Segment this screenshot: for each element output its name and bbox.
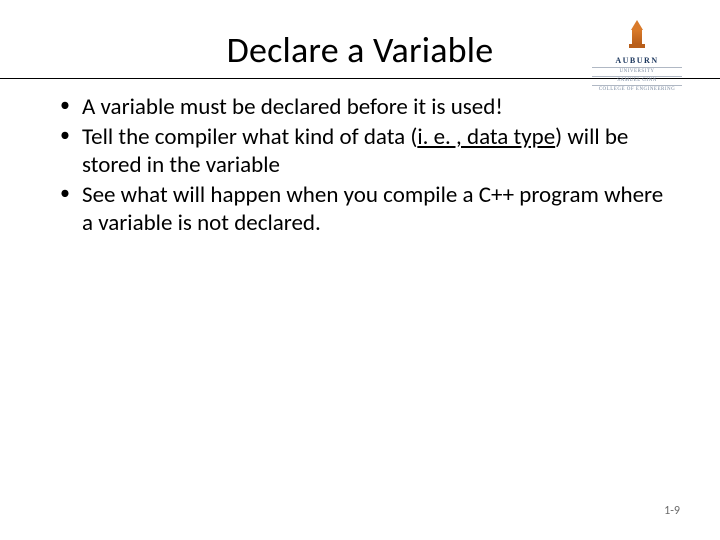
list-item: A variable must be declared before it is… bbox=[60, 93, 672, 121]
list-item: Tell the compiler what kind of data (i. … bbox=[60, 123, 672, 179]
bullet-text: A variable must be declared before it is… bbox=[82, 93, 503, 121]
slide-title: Declare a Variable bbox=[227, 28, 494, 72]
logo-subtext-2: SAMUEL GINN bbox=[592, 76, 682, 83]
slide: Declare a Variable AUBURN UNIVERSITY SAM… bbox=[0, 0, 720, 540]
bullet-list: A variable must be declared before it is… bbox=[48, 93, 672, 237]
page-number: 1-9 bbox=[664, 504, 680, 518]
bullet-text: Tell the compiler what kind of data ( bbox=[82, 123, 417, 151]
logo-text: AUBURN bbox=[615, 56, 658, 65]
title-row: Declare a Variable AUBURN UNIVERSITY SAM… bbox=[48, 28, 672, 72]
logo-subtext-1: UNIVERSITY bbox=[592, 67, 682, 74]
bullet-underlined: i. e. , data type bbox=[417, 123, 555, 151]
auburn-logo: AUBURN UNIVERSITY SAMUEL GINN COLLEGE OF… bbox=[592, 20, 682, 92]
logo-subtext-3: COLLEGE OF ENGINEERING bbox=[592, 85, 682, 92]
bullet-text: See what will happen when you compile a … bbox=[82, 181, 663, 237]
logo-tower-icon bbox=[627, 20, 647, 54]
list-item: See what will happen when you compile a … bbox=[60, 181, 672, 237]
